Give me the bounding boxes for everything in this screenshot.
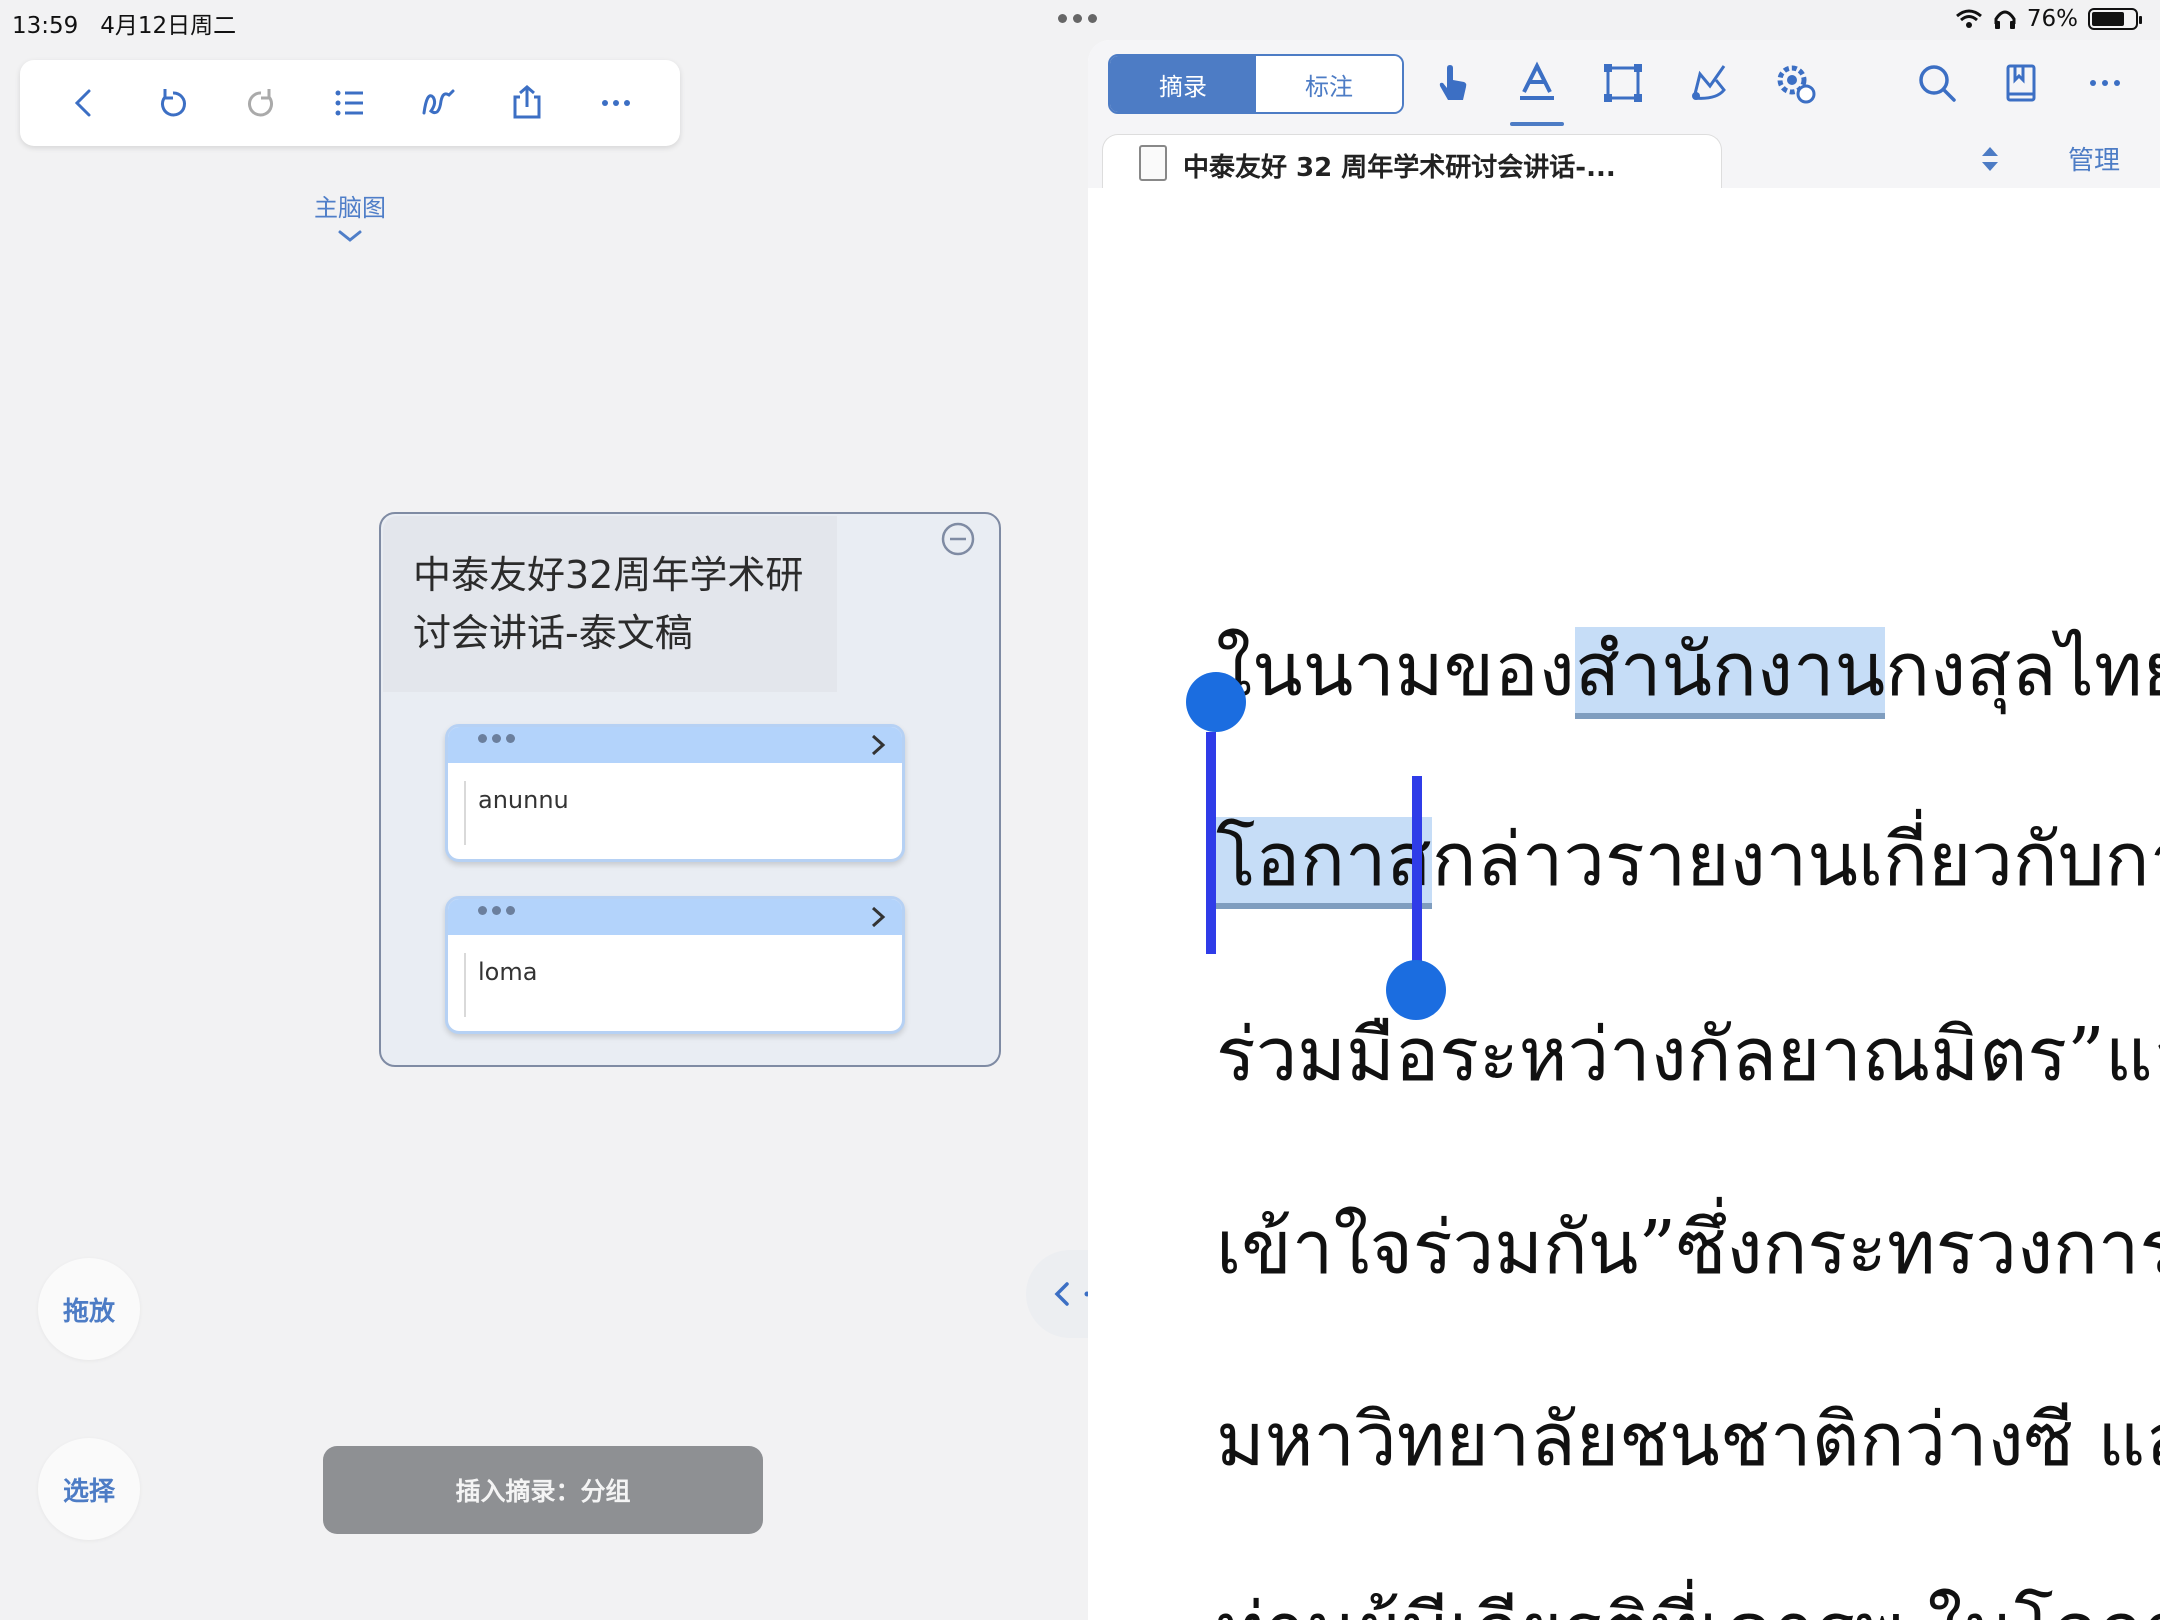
text-segment: กงสุลไทย — [1885, 627, 2160, 713]
drag-dots-icon[interactable] — [478, 906, 515, 915]
mode-segmented-control: 摘录 标注 — [1108, 54, 1404, 114]
text-highlight-icon[interactable] — [1514, 60, 1560, 106]
rectangle-select-icon[interactable] — [1600, 60, 1646, 106]
excerpt-card[interactable]: anunnu — [445, 724, 905, 862]
text-segment: ในนามของ — [1216, 627, 1575, 713]
document-viewer: 摘录 标注 中泰友好 32 周年学术研讨会讲话-... 管理 ในนามของส… — [1088, 40, 2160, 1620]
headphones-icon — [1994, 10, 2016, 29]
status-date: 4月12日周二 — [100, 13, 237, 39]
group-title[interactable]: 中泰友好32周年学术研讨会讲话-泰文稿 — [413, 546, 813, 662]
highlighted-text[interactable]: สำนักงาน — [1574, 627, 1886, 719]
list-icon — [335, 90, 363, 116]
document-tab[interactable]: 中泰友好 32 周年学术研讨会讲话-... — [1102, 134, 1722, 188]
insert-excerpt-button[interactable]: 插入摘录：分组 — [323, 1446, 763, 1534]
chevron-down-icon[interactable] — [334, 226, 366, 246]
selected-text[interactable]: โอกาส — [1216, 817, 1432, 909]
back-button[interactable] — [54, 73, 114, 133]
multitask-handle[interactable] — [1058, 14, 1097, 23]
more-icon[interactable] — [2082, 60, 2128, 106]
redo-icon — [248, 89, 274, 117]
manage-button[interactable]: 管理 — [2068, 140, 2120, 177]
document-line[interactable]: ท่านผู้มีเกียรติที่เคารพ ในโอกาส — [1216, 1570, 2160, 1620]
chevron-right-icon[interactable] — [866, 731, 890, 759]
chevron-right-icon[interactable] — [866, 903, 890, 931]
active-tool-indicator — [1510, 122, 1564, 126]
document-line[interactable]: มหาวิทยาลัยชนชาติกว่างซี และ — [1216, 1380, 2160, 1498]
status-clock: 13:59 4月12日周二 — [12, 6, 236, 40]
more-icon — [601, 100, 630, 106]
search-icon[interactable] — [1914, 60, 1960, 106]
group-title-area: 中泰友好32周年学术研讨会讲话-泰文稿 — [383, 516, 837, 692]
excerpt-text[interactable]: loma — [464, 953, 886, 1017]
hand-icon[interactable] — [1430, 60, 1476, 106]
document-line[interactable]: ในนามของสำนักงานกงสุลไทย — [1216, 610, 2160, 728]
draw-icon — [422, 89, 455, 115]
outline-button[interactable] — [320, 73, 380, 133]
document-tab-bar: 中泰友好 32 周年学术研讨会讲话-... 管理 — [1088, 128, 2160, 188]
settings-icon[interactable] — [1772, 60, 1818, 106]
mindmap-title[interactable]: 主脑图 — [290, 188, 410, 223]
draw-button[interactable] — [409, 73, 469, 133]
excerpt-mode-tab[interactable]: 摘录 — [1110, 56, 1256, 112]
annotate-mode-tab[interactable]: 标注 — [1256, 56, 1402, 112]
drag-drop-button[interactable]: 拖放 — [38, 1258, 140, 1360]
battery-percent: 76% — [2026, 6, 2078, 32]
undo-icon — [160, 89, 186, 117]
lasso-icon[interactable] — [1686, 60, 1732, 106]
excerpt-card[interactable]: loma — [445, 896, 905, 1034]
share-icon — [513, 85, 541, 119]
more-button[interactable] — [586, 73, 646, 133]
selection-start-caret[interactable] — [1206, 732, 1216, 954]
excerpt-card-header[interactable] — [448, 727, 902, 763]
document-line[interactable]: โอกาสกล่าวรายงานเกี่ยวกับการ — [1216, 800, 2160, 918]
mindmap-toolbar — [20, 60, 680, 146]
select-button[interactable]: 选择 — [38, 1438, 140, 1540]
selection-start-handle[interactable] — [1186, 672, 1246, 732]
drag-dots-icon[interactable] — [478, 734, 515, 743]
document-tab-title[interactable]: 中泰友好 32 周年学术研讨会讲话-... — [1183, 147, 1616, 184]
battery-icon — [2088, 8, 2142, 30]
document-thumbnail-icon — [1139, 145, 1167, 181]
document-line[interactable]: เข้าใจร่วมกัน”ซึ่งกระทรวงการต — [1216, 1188, 2160, 1306]
status-time: 13:59 — [12, 13, 79, 39]
bookmark-icon[interactable] — [1998, 60, 2044, 106]
redo-button[interactable] — [231, 73, 291, 133]
sort-icon[interactable] — [1978, 144, 2002, 174]
status-indicators: 76% — [1955, 6, 2142, 32]
document-toolbar: 摘录 标注 — [1088, 40, 2160, 128]
undo-button[interactable] — [143, 73, 203, 133]
selection-end-handle[interactable] — [1386, 960, 1446, 1020]
document-line[interactable]: ร่วมมือระหว่างกัลยาณมิตร”และ — [1216, 995, 2160, 1113]
back-icon — [75, 89, 91, 117]
collapse-icon[interactable] — [939, 520, 977, 558]
text-segment: กล่าวรายงานเกี่ยวกับการ — [1431, 817, 2160, 903]
share-button[interactable] — [497, 73, 557, 133]
excerpt-card-header[interactable] — [448, 899, 902, 935]
excerpt-text[interactable]: anunnu — [464, 781, 886, 845]
mindmap-group-node[interactable]: 中泰友好32周年学术研讨会讲话-泰文稿 anunnu loma — [379, 512, 1001, 1067]
wifi-icon — [1955, 9, 1982, 28]
